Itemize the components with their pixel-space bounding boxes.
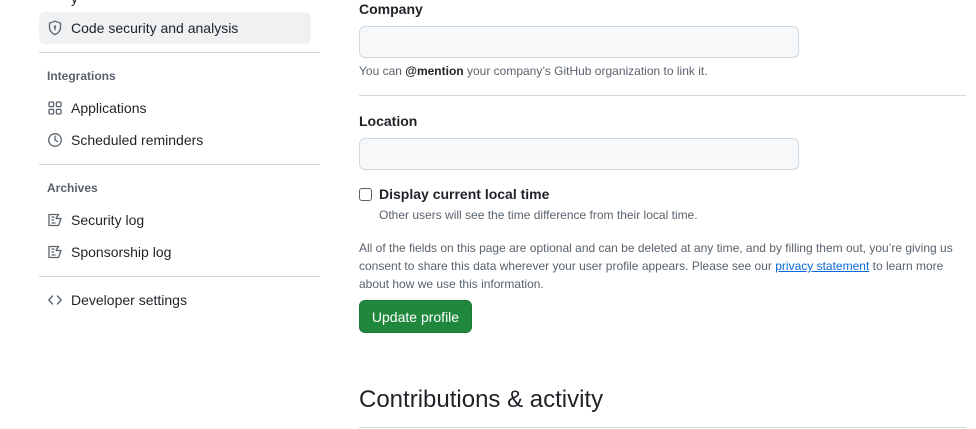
sidebar-item-label: Security log [71, 212, 145, 228]
sidebar-item-label: Code security and analysis [71, 20, 239, 36]
sidebar-item-label: Applications [71, 100, 147, 116]
sidebar-item-developer-settings[interactable]: Developer settings [39, 284, 311, 316]
apps-icon [47, 100, 63, 116]
sidebar-divider [39, 52, 320, 53]
sidebar-section-integrations: Integrations [47, 69, 116, 83]
company-label: Company [359, 1, 423, 17]
local-time-checkbox[interactable] [359, 187, 372, 201]
privacy-statement-link[interactable]: privacy statement [775, 259, 869, 273]
local-time-label[interactable]: Display current local time [379, 186, 549, 202]
log-icon [47, 212, 63, 228]
sidebar-item-code-security[interactable]: Code security and analysis [39, 12, 311, 44]
location-input[interactable] [359, 138, 799, 170]
company-note-suffix: your company’s GitHub organization to li… [463, 64, 708, 78]
sidebar-divider [39, 164, 320, 165]
sidebar-item-sponsorship-log[interactable]: Sponsorship log [39, 236, 311, 268]
sidebar-partial-item: y [71, 0, 78, 6]
sidebar-item-label: Scheduled reminders [71, 132, 204, 148]
mention-text: @mention [405, 64, 464, 78]
log-icon [47, 244, 63, 260]
sidebar-divider [39, 276, 320, 277]
update-profile-button[interactable]: Update profile [359, 300, 472, 333]
company-note: You can @mention your company’s GitHub o… [359, 64, 708, 78]
location-label: Location [359, 113, 418, 129]
shield-icon [47, 20, 63, 36]
sidebar-item-applications[interactable]: Applications [39, 92, 311, 124]
settings-page: y Code security and analysis Integration… [0, 0, 976, 429]
clock-icon [47, 132, 63, 148]
privacy-notice: All of the fields on this page are optio… [359, 239, 959, 293]
local-time-row: Display current local time [359, 186, 549, 202]
contributions-heading: Contributions & activity [359, 386, 604, 413]
sidebar-section-archives: Archives [47, 181, 98, 195]
sidebar-item-label: Developer settings [71, 292, 187, 308]
sidebar-item-security-log[interactable]: Security log [39, 204, 311, 236]
company-note-prefix: You can [359, 64, 406, 78]
section-divider [359, 95, 966, 96]
section-divider [359, 427, 966, 428]
code-icon [47, 292, 63, 308]
local-time-note: Other users will see the time difference… [379, 208, 698, 222]
company-input[interactable] [359, 26, 799, 58]
sidebar-item-label: Sponsorship log [71, 244, 172, 260]
sidebar-item-scheduled-reminders[interactable]: Scheduled reminders [39, 124, 311, 156]
